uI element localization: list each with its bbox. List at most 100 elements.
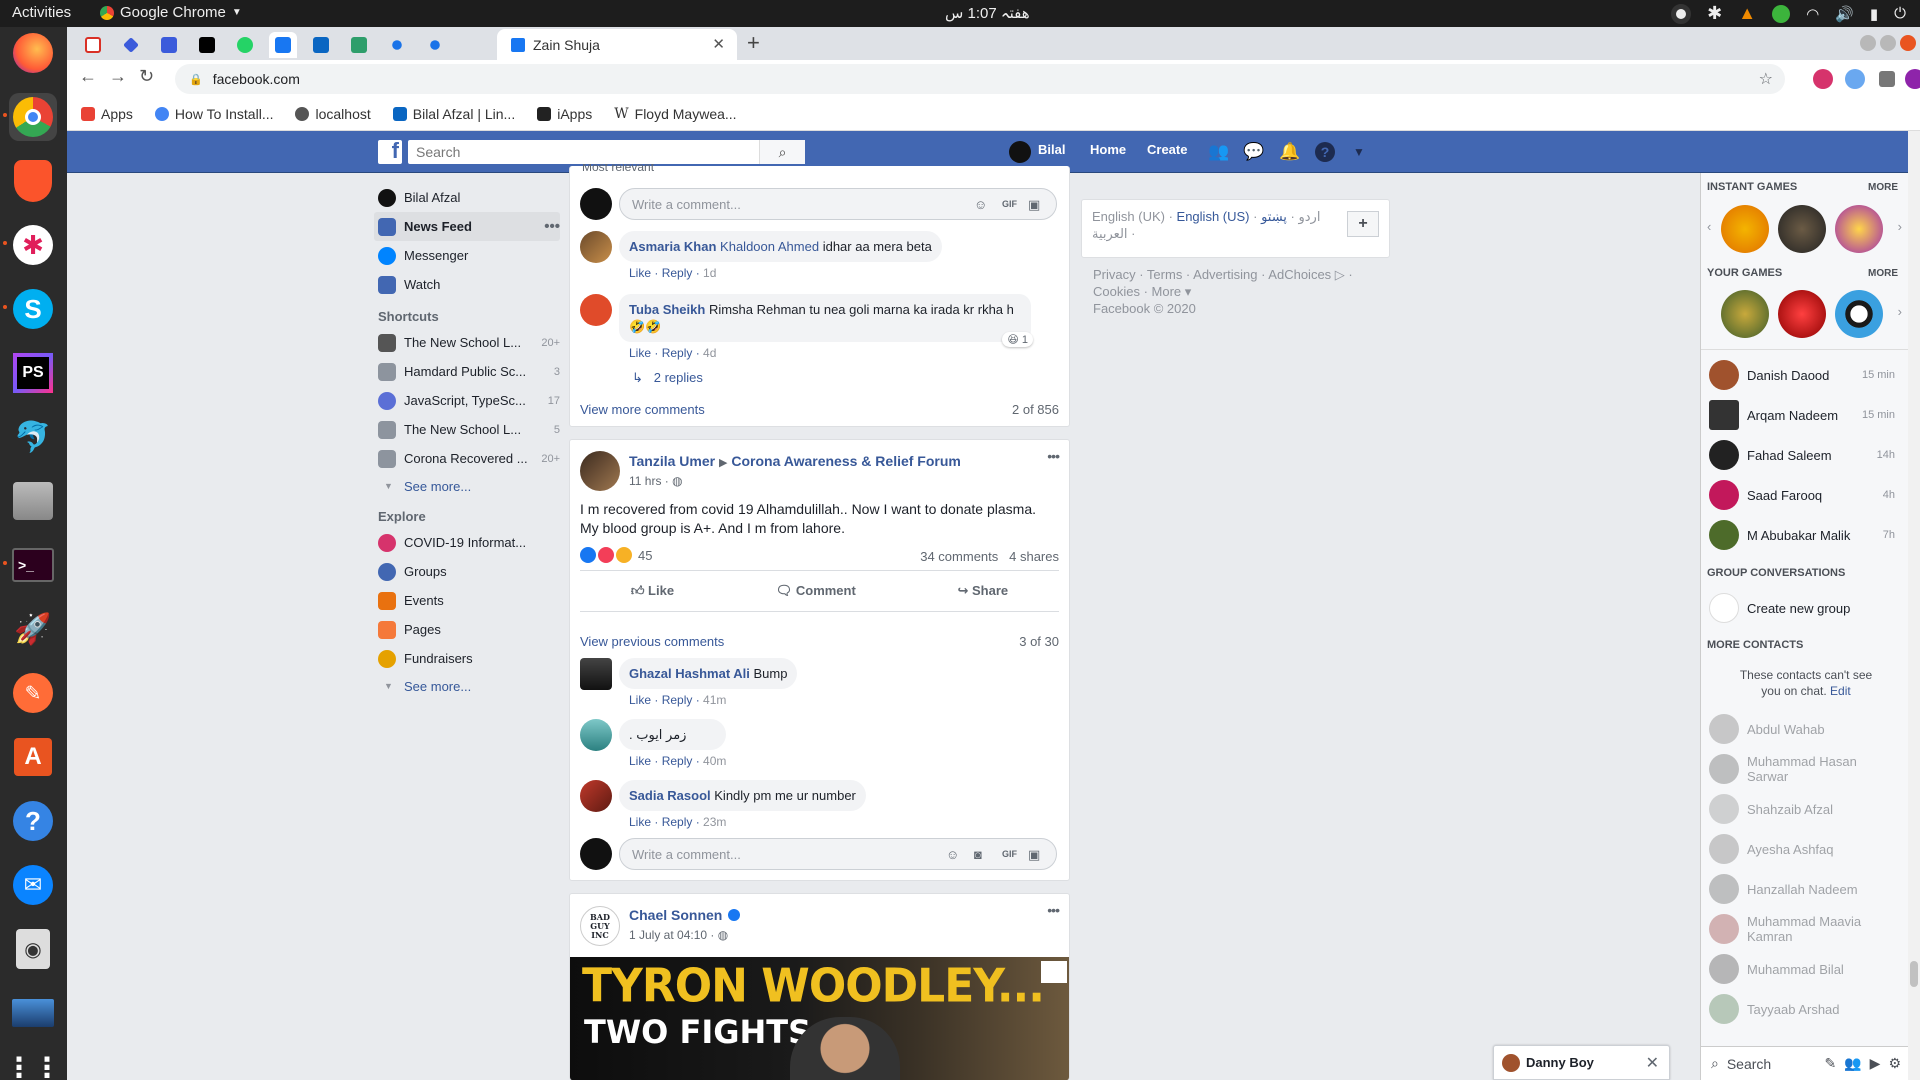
comment-like[interactable]: Like bbox=[629, 754, 651, 768]
comment-like[interactable]: Like bbox=[629, 693, 651, 707]
shares-count[interactable]: 4 shares bbox=[1009, 549, 1059, 564]
screen-icon[interactable] bbox=[9, 989, 57, 1037]
post-author[interactable]: Tanzila Umer bbox=[629, 453, 715, 469]
reading-list-icon[interactable] bbox=[1879, 71, 1895, 87]
hidden-contact-item[interactable]: Shahzaib Afzal bbox=[1709, 793, 1901, 825]
maximize-button[interactable] bbox=[1880, 35, 1896, 51]
create-group-button[interactable]: Create new group bbox=[1709, 592, 1901, 624]
account-menu-icon[interactable]: ▼ bbox=[1353, 145, 1365, 159]
address-bar[interactable]: 🔒 facebook.com ☆ bbox=[175, 64, 1785, 94]
sidebar-item-messenger[interactable]: Messenger bbox=[374, 241, 560, 270]
postman-icon[interactable]: ✎ bbox=[9, 669, 57, 717]
avatar[interactable] bbox=[580, 231, 612, 263]
power-icon[interactable]: ⏻ bbox=[1894, 5, 1906, 22]
tab-linkedin[interactable] bbox=[307, 32, 335, 58]
back-button[interactable]: ← bbox=[79, 66, 97, 87]
like-button[interactable]: 👍︎ Like bbox=[631, 583, 674, 599]
comment-like[interactable]: Like bbox=[629, 266, 651, 280]
tab-zain-shuja[interactable]: Zain Shuja ✕ bbox=[497, 29, 737, 60]
slack-icon[interactable]: ✱ bbox=[9, 221, 57, 269]
avatar[interactable] bbox=[580, 719, 612, 751]
contact-item[interactable]: Danish Daood 15 min bbox=[1709, 359, 1901, 391]
comment-reply[interactable]: Reply bbox=[662, 693, 693, 707]
comment-reply[interactable]: Reply bbox=[662, 346, 693, 360]
comment-author[interactable]: Tuba Sheikh bbox=[629, 302, 705, 317]
contact-item[interactable]: Fahad Saleem 14h bbox=[1709, 439, 1901, 471]
tagged-user[interactable]: Khaldoon Ahmed bbox=[720, 239, 819, 254]
tab-pinned-2[interactable] bbox=[117, 32, 145, 58]
reaction-badge[interactable]: 😆 1 bbox=[1002, 332, 1033, 347]
comment-reply[interactable]: Reply bbox=[662, 266, 693, 280]
game-icon[interactable] bbox=[1835, 205, 1883, 253]
comment-button[interactable]: 🗨︎ Comment bbox=[776, 583, 856, 599]
comment-author[interactable]: Ghazal Hashmat Ali bbox=[629, 666, 750, 681]
close-window-button[interactable] bbox=[1900, 35, 1916, 51]
shortcuts-see-more[interactable]: ▼ See more... bbox=[374, 473, 560, 499]
search-icon[interactable]: ⌕ bbox=[759, 140, 805, 164]
comment-author[interactable]: Sadia Rasool bbox=[629, 788, 711, 803]
comment-reply[interactable]: Reply bbox=[662, 754, 693, 768]
bookmark-linkedin[interactable]: Bilal Afzal | Lin... bbox=[392, 106, 515, 122]
post-author[interactable]: Chael Sonnen bbox=[629, 907, 722, 923]
slack-tray-icon[interactable]: ✱ bbox=[1707, 3, 1722, 24]
shortcut-item[interactable]: Hamdard Public Sc... 3 bbox=[374, 357, 560, 386]
check-icon[interactable] bbox=[1772, 4, 1791, 23]
terminal-icon[interactable]: >_ bbox=[9, 541, 57, 589]
profile-avatar[interactable] bbox=[1905, 69, 1920, 89]
tab-gmail[interactable] bbox=[79, 32, 107, 58]
chat-search-input[interactable]: ⌕ Search ✎ 👥 ▶ ⚙ bbox=[1701, 1046, 1909, 1080]
vlc-icon[interactable]: ▲ bbox=[1738, 3, 1756, 24]
avatar[interactable] bbox=[580, 658, 612, 690]
facebook-search-input[interactable]: Search ⌕ bbox=[408, 140, 805, 164]
sidebar-item-news-feed[interactable]: News Feed ••• bbox=[374, 212, 560, 241]
edit-link[interactable]: Edit bbox=[1830, 684, 1851, 698]
game-icon[interactable] bbox=[1778, 205, 1826, 253]
hidden-contact-item[interactable]: Muhammad Bilal bbox=[1709, 953, 1901, 985]
gif-icon[interactable]: GIF bbox=[1002, 849, 1018, 865]
game-icon[interactable] bbox=[1778, 290, 1826, 338]
profile-link[interactable]: Bilal bbox=[1038, 142, 1065, 157]
rocket-icon[interactable]: 🚀 bbox=[9, 605, 57, 653]
help-icon[interactable]: ? bbox=[9, 797, 57, 845]
home-link[interactable]: Home bbox=[1090, 142, 1126, 157]
extension-icon[interactable] bbox=[1845, 69, 1865, 89]
bookmark-apps[interactable]: Apps bbox=[81, 106, 133, 122]
battery-icon[interactable]: ▮ bbox=[1870, 5, 1878, 23]
firefox-icon[interactable] bbox=[9, 29, 57, 77]
chrome-dock-icon[interactable] bbox=[9, 93, 57, 141]
view-previous-comments[interactable]: View previous comments bbox=[580, 634, 724, 649]
show-apps-icon[interactable]: ⋮⋮ bbox=[5, 1043, 61, 1080]
settings-gear-icon[interactable]: ⚙ bbox=[1888, 1055, 1909, 1072]
video-call-icon[interactable]: ▶ bbox=[1870, 1055, 1881, 1072]
view-replies-link[interactable]: ↳ 2 replies bbox=[632, 370, 703, 386]
shortcut-item[interactable]: The New School L... 5 bbox=[374, 415, 560, 444]
post-options-icon[interactable]: ••• bbox=[1047, 448, 1060, 464]
shortcut-item[interactable]: JavaScript, TypeSc... 17 bbox=[374, 386, 560, 415]
tab-dev[interactable] bbox=[193, 32, 221, 58]
comment-time[interactable]: 23m bbox=[703, 815, 726, 829]
notifications-icon[interactable]: 🔔 bbox=[1279, 142, 1300, 162]
gif-icon[interactable]: GIF bbox=[1002, 199, 1018, 215]
view-more-comments[interactable]: View more comments bbox=[580, 402, 705, 417]
camera-icon[interactable]: ◙ bbox=[974, 847, 990, 863]
footer-line-1[interactable]: Privacy · Terms · Advertising · AdChoice… bbox=[1093, 266, 1393, 283]
comment-input[interactable]: Write a comment... ☺ GIF ▣ bbox=[619, 188, 1057, 220]
emoji-icon[interactable]: ☺ bbox=[974, 197, 990, 213]
comment-like[interactable]: Like bbox=[629, 346, 651, 360]
post-time[interactable]: 1 July at 04:10 bbox=[629, 928, 707, 942]
explore-item-pages[interactable]: Pages bbox=[374, 615, 560, 644]
wifi-icon[interactable]: ◠ bbox=[1806, 5, 1819, 23]
chevron-right-icon[interactable]: › bbox=[1898, 219, 1902, 234]
contact-item[interactable]: M Abubakar Malik 7h bbox=[1709, 519, 1901, 551]
volume-icon[interactable]: 🔊 bbox=[1835, 5, 1854, 23]
post-options-icon[interactable]: ••• bbox=[1047, 902, 1060, 918]
avatar[interactable] bbox=[580, 451, 620, 491]
explore-item-groups[interactable]: Groups bbox=[374, 557, 560, 586]
mysql-workbench-icon[interactable]: 🐬 bbox=[9, 413, 57, 461]
comment-time[interactable]: 4d bbox=[703, 346, 716, 360]
hidden-contact-item[interactable]: Tayyaab Arshad bbox=[1709, 993, 1901, 1025]
avatar[interactable] bbox=[580, 294, 612, 326]
forward-button[interactable]: → bbox=[109, 66, 127, 87]
comment-author[interactable]: Asmaria Khan bbox=[629, 239, 716, 254]
post-group[interactable]: Corona Awareness & Relief Forum bbox=[731, 453, 961, 469]
